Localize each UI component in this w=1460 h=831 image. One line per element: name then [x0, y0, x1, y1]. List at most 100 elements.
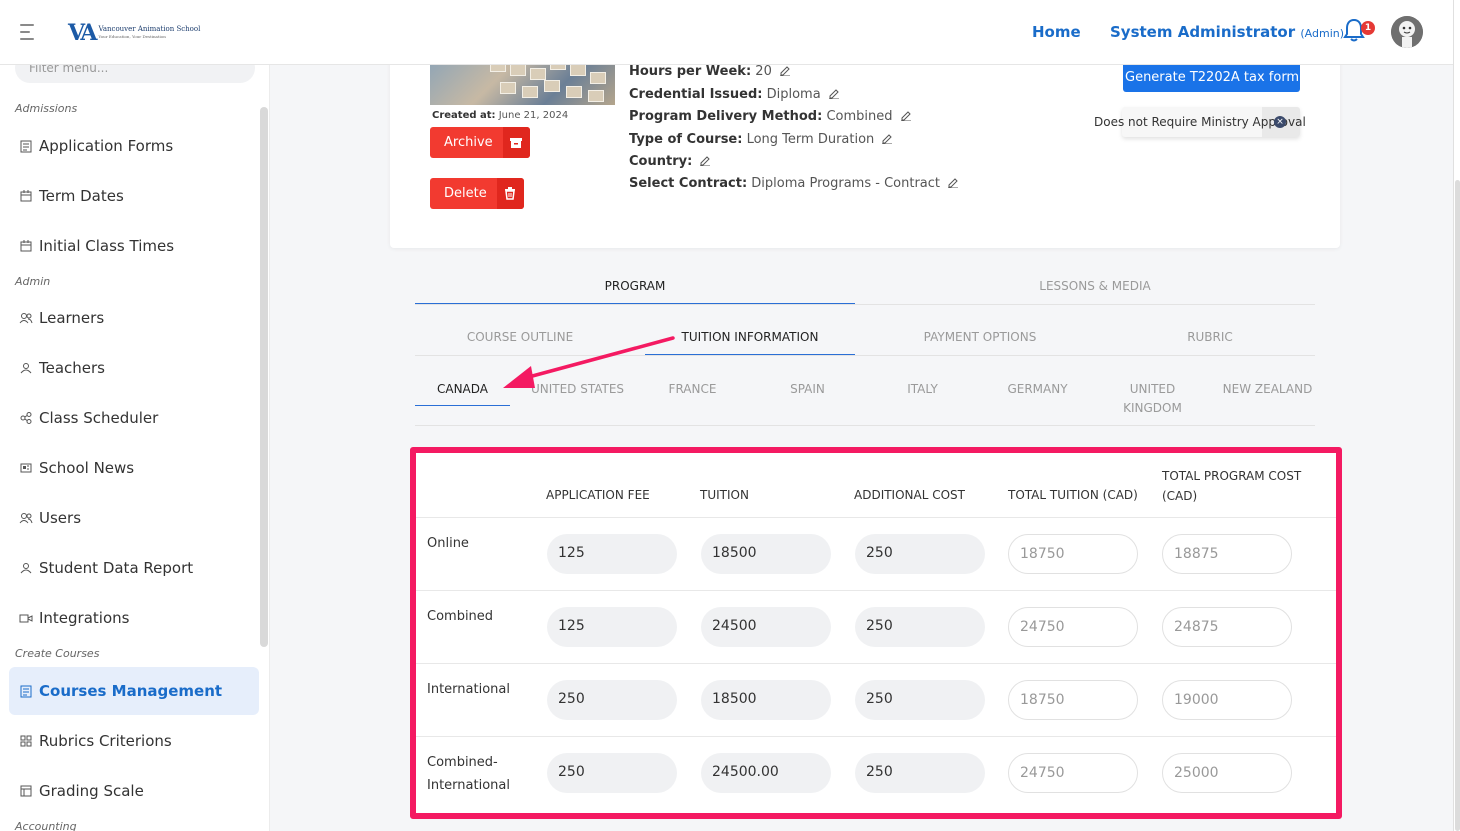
column-header: TUITION — [700, 488, 749, 502]
user-menu[interactable]: System Administrator (Admin) — [1110, 23, 1344, 41]
tab-france[interactable]: FRANCE — [645, 380, 740, 399]
section-admin: Admin — [15, 275, 51, 288]
tab-new-zealand[interactable]: NEW ZEALAND — [1220, 380, 1315, 399]
tuition-input[interactable]: 24500 — [701, 607, 831, 647]
tab-germany[interactable]: GERMANY — [990, 380, 1085, 399]
column-header: TOTAL PROGRAM COST (CAD) — [1162, 469, 1302, 503]
application-fee-input[interactable]: 125 — [547, 607, 677, 647]
tuition-input[interactable]: 24500.00 — [701, 753, 831, 793]
home-link[interactable]: Home — [1032, 23, 1081, 41]
filter-menu-input[interactable]: Filter menu... — [15, 65, 255, 83]
tab-united-states[interactable]: UNITED STATES — [530, 380, 625, 399]
sidebar-item-rubrics-criterions[interactable]: Rubrics Criterions — [9, 717, 259, 765]
delete-button[interactable]: Delete — [430, 178, 524, 209]
tab-spain[interactable]: SPAIN — [760, 380, 855, 399]
sidebar-item-teachers[interactable]: Teachers — [9, 344, 259, 392]
edit-pencil-icon[interactable] — [779, 64, 791, 77]
row-label: Combined — [427, 609, 494, 624]
field-hours-per-week: Hours per Week: 20 — [629, 64, 791, 79]
row-label: Combined-International — [427, 755, 510, 793]
field-program-delivery-method: Program Delivery Method: Combined — [629, 109, 912, 124]
application-fee-input[interactable]: 250 — [547, 753, 677, 793]
notifications-bell-icon[interactable]: 1 — [1343, 18, 1375, 44]
news-icon — [19, 461, 33, 475]
column-header: TOTAL TUITION (CAD) — [1008, 488, 1138, 502]
application-fee-input[interactable]: 250 — [547, 680, 677, 720]
generate-tax-form-button[interactable]: Generate T2202A tax form — [1123, 62, 1300, 92]
application-fee-input[interactable]: 125 — [547, 534, 677, 574]
sidebar-item-label: Teachers — [39, 359, 105, 377]
school-logo[interactable]: VA Vancouver Animation School Your Educa… — [68, 20, 200, 46]
tab-tuition-information[interactable]: TUITION INFORMATION — [645, 328, 855, 347]
tuition-input[interactable]: 18500 — [701, 534, 831, 574]
sidebar-item-learners[interactable]: Learners — [9, 294, 259, 342]
additional-cost-input[interactable]: 250 — [855, 534, 985, 574]
user-icon — [19, 361, 33, 375]
sidebar-item-student-data-report[interactable]: Student Data Report — [9, 544, 259, 592]
menu-toggle-icon[interactable] — [20, 24, 34, 42]
tab-program[interactable]: PROGRAM — [415, 277, 855, 296]
page-scrollbar-thumb[interactable] — [1455, 180, 1460, 831]
edit-pencil-icon[interactable] — [900, 109, 912, 122]
sidebar: Filter menu... Admissions Application Fo… — [0, 65, 270, 831]
edit-pencil-icon[interactable] — [828, 87, 840, 100]
archive-icon — [502, 127, 530, 158]
ministry-approval-toggle[interactable]: Does not Require Ministry Approval × — [1094, 107, 1306, 137]
tab-course-outline[interactable]: COURSE OUTLINE — [415, 328, 625, 347]
tab-canada[interactable]: CANADA — [415, 380, 510, 399]
logo-tagline: Your Education, Your Destination — [98, 34, 166, 39]
row-label: Online — [427, 536, 469, 551]
edit-pencil-icon[interactable] — [947, 176, 959, 189]
created-date: June 21, 2024 — [498, 110, 569, 121]
table-icon — [19, 784, 33, 798]
tab-united-kingdom[interactable]: UNITED KINGDOM — [1105, 380, 1200, 418]
sidebar-item-label: Rubrics Criterions — [39, 732, 172, 750]
sidebar-item-term-dates[interactable]: Term Dates — [9, 172, 259, 220]
additional-cost-input[interactable]: 250 — [855, 680, 985, 720]
sidebar-item-integrations[interactable]: Integrations — [9, 594, 259, 642]
main-tabs: PROGRAM LESSONS & MEDIA — [415, 275, 1315, 305]
total-tuition-field: 18750 — [1008, 534, 1138, 574]
total-program-cost-field: 25000 — [1162, 753, 1292, 793]
grid-icon — [19, 734, 33, 748]
sidebar-item-courses-management[interactable]: Courses Management — [9, 667, 259, 715]
archive-button[interactable]: Archive — [430, 127, 530, 158]
avatar[interactable] — [1391, 16, 1423, 48]
sidebar-item-initial-class-times[interactable]: Initial Class Times — [9, 222, 259, 270]
row-label: International — [427, 682, 510, 697]
sidebar-item-label: Learners — [39, 309, 105, 327]
edit-pencil-icon[interactable] — [881, 132, 893, 145]
sidebar-item-label: Grading Scale — [39, 782, 144, 800]
total-tuition-field: 24750 — [1008, 753, 1138, 793]
sidebar-item-school-news[interactable]: School News — [9, 444, 259, 492]
program-sub-tabs: COURSE OUTLINE TUITION INFORMATION PAYME… — [415, 326, 1315, 356]
page-scrollbar[interactable] — [1453, 0, 1460, 831]
sidebar-item-application-forms[interactable]: Application Forms — [9, 122, 259, 170]
section-admissions: Admissions — [15, 102, 78, 115]
sidebar-item-label: Courses Management — [39, 682, 223, 700]
sidebar-item-label: Student Data Report — [39, 559, 194, 577]
form-icon — [19, 139, 33, 153]
tab-lessons-media[interactable]: LESSONS & MEDIA — [875, 277, 1315, 296]
share-icon — [19, 411, 33, 425]
logo-title: Vancouver Animation School — [98, 25, 201, 33]
sidebar-item-grading-scale[interactable]: Grading Scale — [9, 767, 259, 815]
additional-cost-input[interactable]: 250 — [855, 753, 985, 793]
sidebar-item-users[interactable]: Users — [9, 494, 259, 542]
sidebar-item-class-scheduler[interactable]: Class Scheduler — [9, 394, 259, 442]
additional-cost-input[interactable]: 250 — [855, 607, 985, 647]
close-circle-icon: × — [1274, 116, 1286, 128]
tab-payment-options[interactable]: PAYMENT OPTIONS — [875, 328, 1085, 347]
calendar-icon — [19, 189, 33, 203]
sidebar-item-label: Application Forms — [39, 137, 174, 155]
tab-rubric[interactable]: RUBRIC — [1105, 328, 1315, 347]
tuition-input[interactable]: 18500 — [701, 680, 831, 720]
edit-pencil-icon[interactable] — [699, 154, 711, 167]
total-program-cost-field: 24875 — [1162, 607, 1292, 647]
total-program-cost-field: 18875 — [1162, 534, 1292, 574]
users-icon — [19, 311, 33, 325]
trash-icon — [496, 178, 524, 209]
sidebar-item-label: Class Scheduler — [39, 409, 159, 427]
sidebar-scrollbar[interactable] — [260, 107, 268, 647]
tab-italy[interactable]: ITALY — [875, 380, 970, 399]
